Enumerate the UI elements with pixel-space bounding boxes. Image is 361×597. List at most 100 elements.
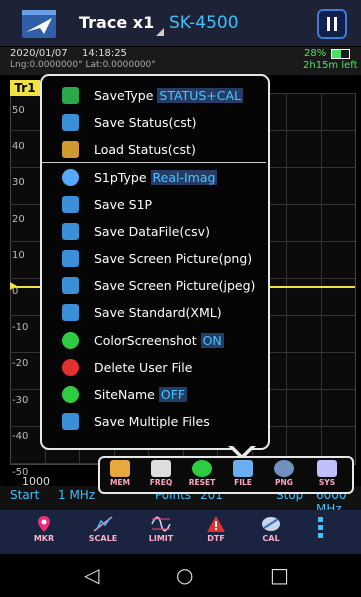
sub-toolbar-label: FREQ [149,478,173,487]
limit-button[interactable]: LIMIT [139,510,183,554]
menu-item[interactable]: ColorScreenshot ON [52,329,262,353]
more-options-icon[interactable] [318,517,324,541]
start-label: Start [10,488,40,502]
menu-item[interactable]: SaveType STATUS+CAL [52,84,262,108]
menu-divider [42,162,266,163]
calibration-button[interactable]: CAL [249,510,293,554]
menu-item-value: Real-Imag [150,170,218,185]
menu-item-label: Save Screen Picture(png) [94,251,252,266]
file-icon [233,460,253,477]
sub-toolbar-label: MEM [109,478,131,487]
toolbar-label: LIMIT [148,534,174,543]
y-axis-label: -10 [12,322,29,334]
menu-item-value: STATUS+CAL [157,88,244,103]
menu-item-text: SiteName [94,387,155,402]
menu-item[interactable]: Save S1P [52,193,262,217]
menu-item[interactable]: Save Screen Picture(png) [52,247,262,271]
grid-line-vertical [320,93,322,463]
mem-button[interactable]: MEM [100,460,140,490]
menu-item-label: Save S1P [94,197,152,212]
menu-pointer-fill [231,444,253,455]
battery-percent: 28% [304,48,327,59]
menu-item-label: SaveType STATUS+CAL [94,88,244,103]
menu-item[interactable]: Save Status(cst) [52,111,262,135]
png-button[interactable]: PNG [264,460,304,490]
dtf-button[interactable]: DTF [194,510,238,554]
date-text: 2020/01/07 [10,48,68,59]
battery-level [332,50,341,58]
sub-toolbar-label: PNG [275,478,293,487]
menu-item[interactable]: Save Screen Picture(jpeg) [52,274,262,298]
menu-item[interactable]: S1pType Real-Imag [52,166,262,190]
scale-icon [93,516,113,532]
y-axis-label: -30 [12,394,29,406]
freq-button[interactable]: FREQ [141,460,181,490]
toggle-on-icon [62,332,79,349]
menu-item-text: SaveType [94,88,154,103]
trace-dropdown-icon[interactable] [156,28,164,36]
s1p-type-icon [62,169,79,186]
menu-item-label: Save Screen Picture(jpeg) [94,278,255,293]
menu-item-text: Load Status(cst) [94,142,196,157]
menu-item-label: Save DataFile(csv) [94,224,210,239]
toolbar-label: MKR [33,534,55,543]
menu-item-label: Delete User File [94,360,192,375]
trace-tag[interactable]: Tr1 [10,80,40,96]
start-value[interactable]: 1 MHz [58,488,95,502]
menu-item-text: Save Status(cst) [94,115,197,130]
save-type-icon [62,87,79,104]
y-axis-label: 50 [12,105,25,116]
y-axis-label: -20 [12,358,29,370]
battery-time-left: 2h15m left [303,60,358,71]
recents-icon[interactable]: □ [270,563,289,587]
pause-button[interactable] [317,9,347,39]
menu-item-text: Save Multiple Files [94,414,210,429]
menu-item-label: SiteName OFF [94,387,188,402]
menu-item-text: Save Screen Picture(jpeg) [94,278,256,293]
model-label: SK-4500 [169,13,239,33]
menu-item-value: ON [200,333,224,348]
menu-item-text: Save Screen Picture(png) [94,251,253,266]
menu-item-text: ColorScreenshot [94,333,197,348]
menu-item-text: Delete User File [94,360,193,375]
menu-item-label: Save Status(cst) [94,115,197,130]
menu-item[interactable]: Save DataFile(csv) [52,220,262,244]
menu-item-text: S1pType [94,170,147,185]
memory-icon [110,460,130,477]
menu-item-value: OFF [158,387,188,402]
file-button[interactable]: FILE [223,460,263,490]
dtf-icon [207,516,225,532]
sub-toolbar-label: SYS [318,478,336,487]
save-icon [62,304,79,321]
reset-button[interactable]: RESET [182,460,222,490]
menu-item[interactable]: Delete User File [52,356,262,380]
menu-item-text: Save S1P [94,197,153,212]
home-icon[interactable]: ○ [176,563,193,587]
marker-button[interactable]: MKR [22,510,66,554]
toggle-on-icon [62,386,79,403]
calibration-icon [262,517,280,531]
menu-item[interactable]: Save Standard(XML) [52,301,262,325]
menu-item-text: Save DataFile(csv) [94,224,210,239]
scale-button[interactable]: SCALE [81,510,125,554]
marker-icon [38,516,50,532]
menu-item[interactable]: Save Multiple Files [52,410,262,434]
trace-count-label[interactable]: Trace x1 [79,13,154,32]
y-axis-label: 40 [12,141,25,153]
save-icon [62,277,79,294]
menu-item-label: ColorScreenshot ON [94,333,224,348]
toolbar-label: SCALE [88,534,118,543]
toolbar-label: CAL [262,534,280,543]
reset-icon [192,460,212,477]
back-icon[interactable]: ◁ [84,563,99,587]
y-axis-label: 0 [12,286,19,297]
sys-button[interactable]: SYS [307,460,347,490]
png-icon [274,460,294,477]
app-logo-icon[interactable] [22,10,56,38]
load-icon [62,141,79,158]
y-axis-label: 20 [12,213,25,225]
system-icon [317,460,337,477]
menu-item[interactable]: SiteName OFF [52,383,262,407]
menu-item-label: Save Multiple Files [94,414,210,429]
menu-item[interactable]: Load Status(cst) [52,138,262,162]
